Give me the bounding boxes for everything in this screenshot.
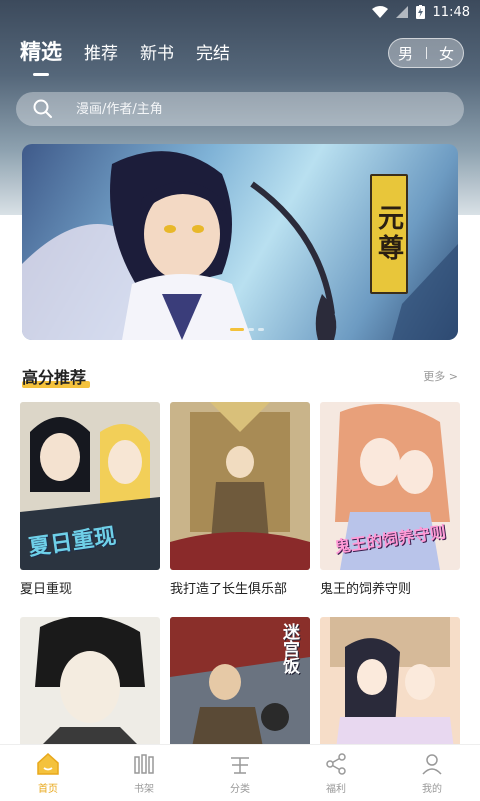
battery-icon — [415, 5, 425, 19]
featured-banner[interactable]: 元尊 — [22, 144, 458, 340]
banner-dot — [258, 328, 264, 331]
nav-profile[interactable]: 我的 — [402, 751, 462, 795]
comic-cover: 夏日重现 — [20, 402, 160, 570]
comic-card[interactable]: 迷宫饭 — [170, 617, 310, 765]
nav-bookshelf-label: 书架 — [134, 784, 154, 795]
cover-artwork — [20, 617, 160, 757]
nav-profile-label: 我的 — [422, 784, 442, 795]
section-title: 高分推荐 — [22, 364, 91, 388]
profile-icon — [422, 754, 442, 775]
comic-title: 我打造了长生俱乐部 — [170, 582, 288, 597]
comic-card[interactable] — [320, 617, 460, 765]
banner-dot — [248, 328, 254, 331]
tab-new[interactable]: 新书 — [140, 39, 174, 64]
comic-cover: 鬼王的饲养守则 — [320, 402, 460, 570]
status-bar: 11:48 — [0, 0, 480, 24]
tab-completed[interactable]: 完结 — [196, 39, 230, 64]
nav-category[interactable]: 分类 — [210, 751, 270, 795]
share-icon — [326, 753, 346, 775]
nav-home[interactable]: 首页 — [18, 751, 78, 795]
banner-dot-active — [230, 328, 244, 331]
comic-cover — [20, 617, 160, 757]
bookshelf-icon — [134, 754, 154, 774]
banner-pagination — [230, 328, 264, 331]
search-icon — [33, 99, 52, 118]
nav-welfare[interactable]: 福利 — [306, 751, 366, 795]
comic-title: 夏日重现 — [20, 582, 73, 597]
more-link[interactable]: 更多 > — [423, 368, 458, 384]
comic-title: 鬼王的饲养守则 — [320, 582, 412, 597]
comic-card[interactable]: 我打造了长生俱乐部 — [170, 402, 310, 597]
comic-grid: 夏日重现 夏日重现 我打造了长生俱乐部 鬼王的饲养守则 鬼王的饲养守则 迷宫饭 — [20, 402, 460, 765]
tab-featured[interactable]: 精选 — [20, 36, 62, 66]
comic-cover — [320, 617, 460, 757]
signal-icon — [395, 6, 408, 18]
bottom-nav: 首页 书架 分类 福利 我的 — [0, 744, 480, 801]
gender-divider — [425, 47, 427, 59]
status-time: 11:48 — [432, 4, 470, 20]
top-tabs: 精选 推荐 新书 完结 — [20, 36, 230, 66]
wifi-icon — [371, 6, 388, 18]
search-input[interactable] — [74, 100, 418, 118]
comic-cover — [170, 402, 310, 570]
comic-card[interactable] — [20, 617, 160, 765]
section-header: 高分推荐 更多 > — [22, 364, 458, 388]
gender-toggle[interactable]: 男 女 — [388, 38, 464, 68]
banner-title: 元尊 — [370, 174, 408, 294]
search-bar[interactable] — [16, 92, 464, 126]
comic-card[interactable]: 鬼王的饲养守则 鬼王的饲养守则 — [320, 402, 460, 597]
gender-female-option[interactable]: 女 — [439, 43, 454, 64]
cover-artwork — [320, 617, 460, 757]
nav-home-label: 首页 — [38, 784, 58, 795]
cover-title-text: 迷宫饭 — [279, 623, 299, 674]
nav-welfare-label: 福利 — [326, 784, 346, 795]
comic-cover: 迷宫饭 — [170, 617, 310, 757]
gender-male-option[interactable]: 男 — [398, 43, 413, 64]
nav-category-label: 分类 — [230, 784, 250, 795]
nav-bookshelf[interactable]: 书架 — [114, 751, 174, 795]
home-icon — [37, 752, 59, 775]
category-icon — [231, 757, 249, 774]
tab-recommend[interactable]: 推荐 — [84, 39, 118, 64]
cover-artwork — [170, 402, 310, 570]
comic-card[interactable]: 夏日重现 夏日重现 — [20, 402, 160, 597]
